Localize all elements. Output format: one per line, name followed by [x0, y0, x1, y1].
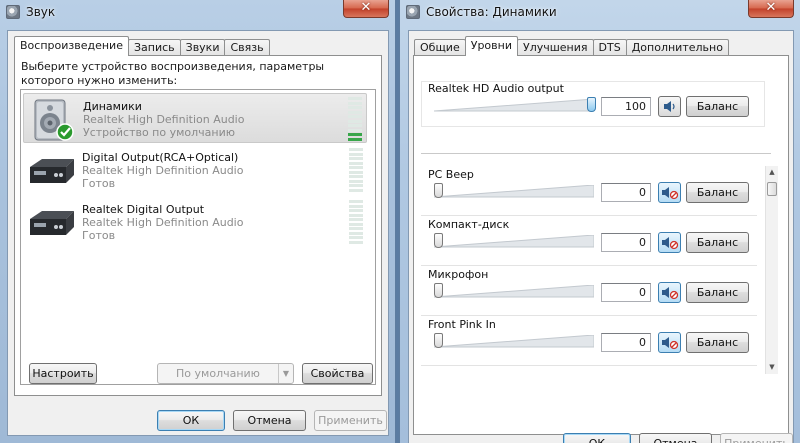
apply-button: Применить	[314, 410, 387, 431]
device-item-digital-output[interactable]: Digital Output(RCA+Optical) Realtek High…	[23, 145, 367, 195]
properties-cancel-button[interactable]: Отмена	[639, 433, 712, 443]
channel-slider-thumb[interactable]	[434, 283, 443, 298]
scroll-thumb[interactable]	[767, 182, 777, 196]
master-slider[interactable]	[434, 99, 594, 113]
tab-sounds[interactable]: Звуки	[179, 39, 226, 56]
device-name: Digital Output(RCA+Optical)	[82, 151, 239, 164]
chevron-down-icon: ▼	[278, 364, 293, 383]
muted-speaker-icon	[662, 237, 679, 250]
device-driver: Realtek High Definition Audio	[83, 113, 245, 126]
channel-slider-thumb[interactable]	[434, 233, 443, 248]
device-status: Готов	[82, 229, 116, 242]
device-driver: Realtek High Definition Audio	[82, 216, 244, 229]
ok-button[interactable]: ОК	[157, 410, 225, 431]
master-mute-button[interactable]	[658, 96, 681, 117]
master-level-field[interactable]: 100	[601, 97, 651, 116]
channel-slider-thumb[interactable]	[434, 183, 443, 198]
channel-slider[interactable]	[434, 335, 594, 349]
properties-button[interactable]: Свойства	[302, 363, 373, 384]
channel-label: Front Pink In	[428, 318, 496, 331]
properties-apply-button: Применить	[720, 433, 793, 443]
tab-levels[interactable]: Уровни	[464, 36, 518, 56]
digital-output-icon	[26, 149, 78, 193]
device-list[interactable]: Динамики Realtek High Definition Audio У…	[20, 89, 376, 385]
channel-list: PC Beep 0 Баланс Компакт-диск 0 Баланс М…	[421, 166, 769, 404]
configure-button[interactable]: Настроить	[29, 363, 97, 384]
level-meter	[349, 148, 363, 192]
master-label: Realtek HD Audio output	[428, 82, 564, 95]
set-default-label: По умолчанию	[176, 367, 260, 380]
channel-mute-button[interactable]	[658, 232, 681, 253]
device-name: Realtek Digital Output	[82, 203, 205, 216]
channel-level-field[interactable]: 0	[601, 333, 651, 352]
master-balance-button[interactable]: Баланс	[686, 96, 749, 117]
properties-tabs: Общие Уровни Улучшения DTS Дополнительно	[414, 36, 729, 56]
properties-client-area: Общие Уровни Улучшения DTS Дополнительно…	[408, 30, 794, 443]
tab-communications[interactable]: Связь	[224, 39, 270, 56]
tab-enhancements[interactable]: Улучшения	[516, 39, 594, 56]
playback-panel: Выберите устройство воспроизведения, пар…	[14, 55, 382, 396]
master-slider-thumb[interactable]	[587, 97, 596, 112]
levels-panel: Realtek HD Audio output 100 Баланс PC Be…	[413, 55, 789, 435]
device-item-realtek-digital-output[interactable]: Realtek Digital Output Realtek High Defi…	[23, 197, 367, 247]
channel-balance-button[interactable]: Баланс	[686, 332, 749, 353]
separator	[421, 153, 771, 154]
tab-general[interactable]: Общие	[414, 39, 466, 56]
channel-balance-button[interactable]: Баланс	[686, 232, 749, 253]
level-meter	[349, 200, 363, 244]
properties-close-button[interactable]: ✕	[748, 0, 794, 18]
speaker-app-icon	[406, 5, 420, 19]
device-driver: Realtek High Definition Audio	[82, 164, 244, 177]
device-status: Устройство по умолчанию	[83, 126, 236, 139]
channel-slider-thumb[interactable]	[434, 333, 443, 348]
muted-speaker-icon	[662, 187, 679, 200]
speaker-icon	[664, 101, 675, 112]
tab-dts[interactable]: DTS	[592, 39, 627, 56]
channel-label: Компакт-диск	[428, 218, 510, 231]
device-status: Готов	[82, 177, 116, 190]
tab-playback[interactable]: Воспроизведение	[14, 36, 129, 56]
channel-balance-button[interactable]: Баланс	[686, 282, 749, 303]
tab-advanced[interactable]: Дополнительно	[625, 39, 729, 56]
sound-window-title: Звук	[26, 5, 56, 19]
device-item-speakers[interactable]: Динамики Realtek High Definition Audio У…	[23, 93, 367, 143]
digital-output-icon	[26, 201, 78, 245]
channel-mute-button[interactable]	[658, 282, 681, 303]
muted-speaker-icon	[662, 337, 679, 350]
properties-titlebar[interactable]: Свойства: Динамики ✕	[400, 0, 800, 26]
tab-recording[interactable]: Запись	[127, 39, 181, 56]
sound-close-button[interactable]: ✕	[343, 0, 389, 18]
sound-client-area: Воспроизведение Запись Звуки Связь Выбер…	[7, 30, 389, 436]
sound-window: Звук ✕ Воспроизведение Запись Звуки Связ…	[0, 0, 396, 443]
sound-tabs: Воспроизведение Запись Звуки Связь	[14, 36, 270, 56]
channel-mute-button[interactable]	[658, 182, 681, 203]
channel-level-field[interactable]: 0	[601, 283, 651, 302]
channel-level-field[interactable]: 0	[601, 233, 651, 252]
scroll-down-arrow-icon[interactable]: ▼	[766, 361, 778, 373]
sound-titlebar[interactable]: Звук ✕	[0, 0, 395, 26]
properties-window-title: Свойства: Динамики	[426, 5, 557, 19]
channel-level-field[interactable]: 0	[601, 183, 651, 202]
set-default-button: По умолчанию ▼	[157, 363, 294, 384]
channel-slider[interactable]	[434, 235, 594, 249]
properties-window: Свойства: Динамики ✕ Общие Уровни Улучше…	[399, 0, 800, 443]
scroll-up-arrow-icon[interactable]: ▲	[766, 166, 778, 178]
speakers-icon	[27, 98, 79, 142]
instruction-text: Выберите устройство воспроизведения, пар…	[21, 60, 325, 87]
channel-scrollbar[interactable]: ▲ ▼	[765, 166, 778, 374]
channel-mute-button[interactable]	[658, 332, 681, 353]
device-name: Динамики	[83, 100, 142, 113]
channel-balance-button[interactable]: Баланс	[686, 182, 749, 203]
channel-slider[interactable]	[434, 285, 594, 299]
properties-ok-button[interactable]: ОК	[563, 433, 631, 443]
channel-label: Микрофон	[428, 268, 489, 281]
channel-slider[interactable]	[434, 185, 594, 199]
cancel-button[interactable]: Отмена	[233, 410, 306, 431]
level-meter	[348, 97, 362, 141]
muted-speaker-icon	[662, 287, 679, 300]
speaker-app-icon	[6, 5, 20, 19]
channel-label: PC Beep	[428, 168, 474, 181]
